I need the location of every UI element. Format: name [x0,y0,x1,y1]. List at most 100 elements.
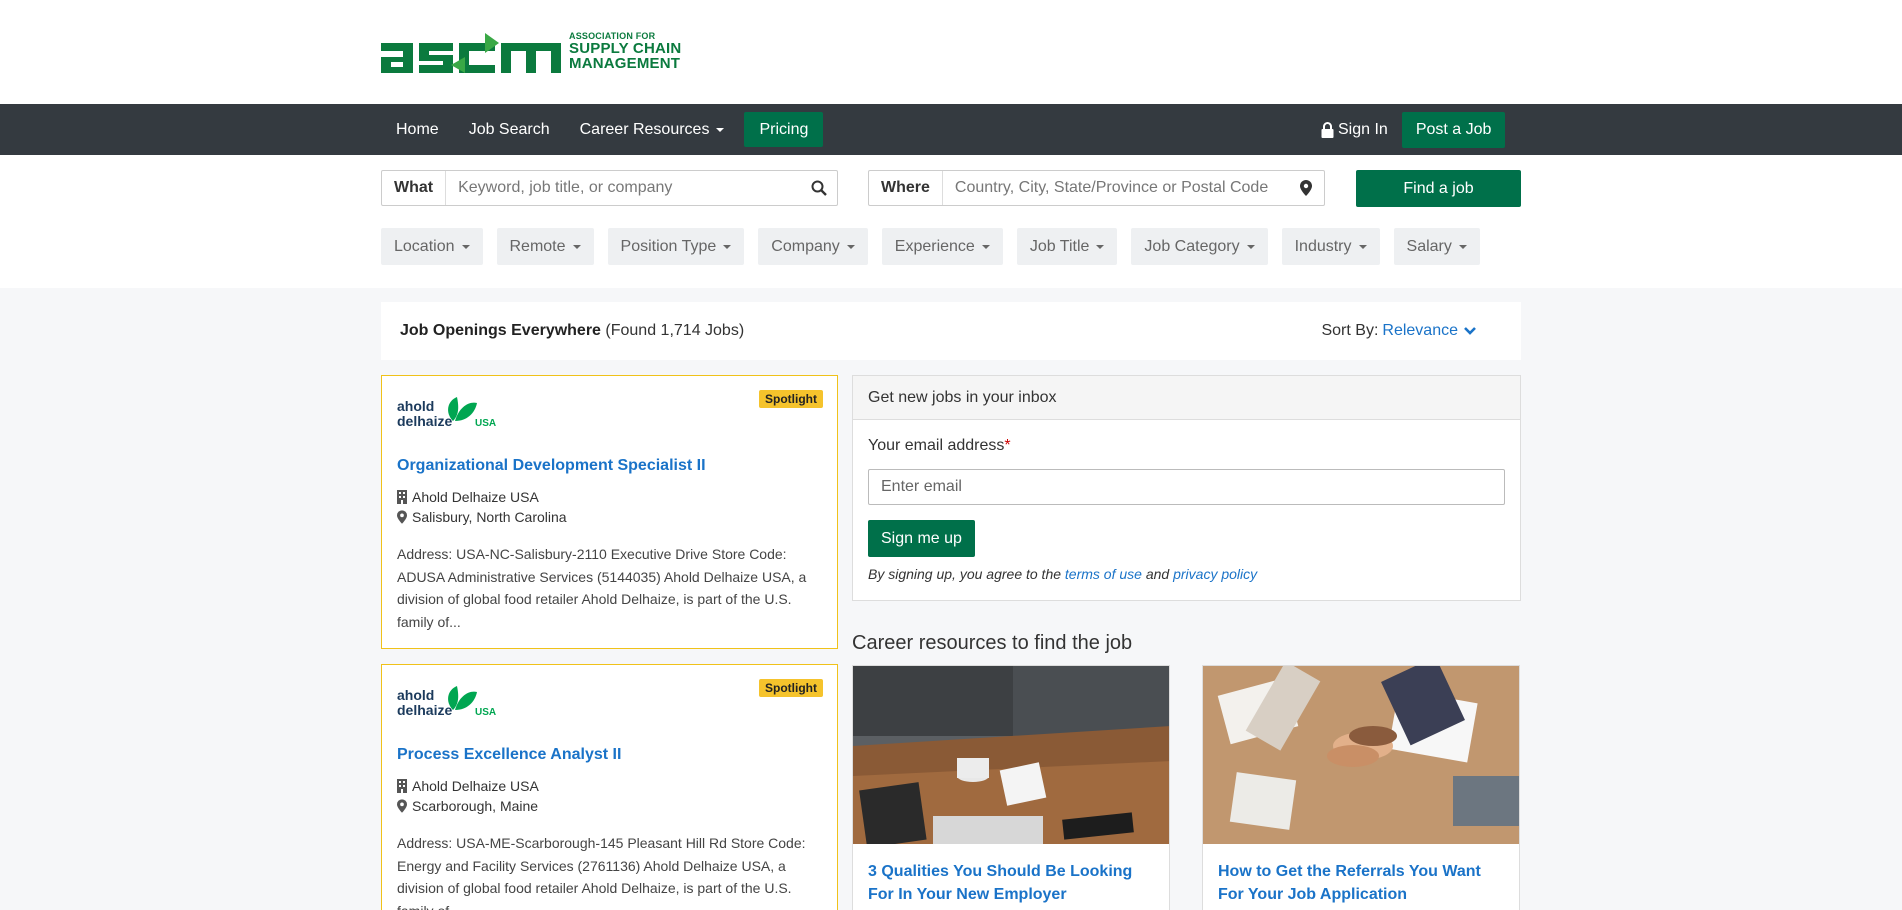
company-logo-word2: delhaize [397,413,452,429]
site-header: ASSOCIATION FOR SUPPLY CHAIN MANAGEMENT [0,0,1902,104]
filter-company[interactable]: Company [758,228,868,265]
nav-pricing[interactable]: Pricing [744,112,824,147]
caret-down-icon [846,244,855,249]
results-title: Job Openings Everywhere (Found 1,714 Job… [400,322,744,340]
filter-salary[interactable]: Salary [1393,228,1480,265]
nav-job-search[interactable]: Job Search [454,112,565,147]
company-logo: ahold delhaize USA [397,393,497,433]
filter-position-type[interactable]: Position Type [607,228,745,265]
sign-in-link[interactable]: Sign In [1321,121,1388,139]
filter-label: Position Type [620,237,717,255]
job-description: Address: USA-NC-Salisbury-2110 Executive… [397,546,807,630]
terms-and: and [1145,566,1170,582]
post-job-button[interactable]: Post a Job [1401,111,1506,148]
spotlight-badge: Spotlight [759,679,823,697]
logo-line1: SUPPLY CHAIN [569,39,682,57]
what-search-box: What [381,170,838,206]
job-company: Ahold Delhaize USA [397,778,539,794]
job-card[interactable]: ahold delhaize USA Spotlight Process Exc… [381,664,838,910]
resource-card[interactable]: How to Get the Referrals You Want For Yo… [1202,665,1520,910]
filter-label: Remote [509,237,566,255]
spotlight-badge: Spotlight [759,390,823,408]
filter-label: Experience [894,237,975,255]
email-field[interactable] [868,469,1505,505]
nav-home[interactable]: Home [381,112,454,147]
email-label: Your email address* [868,437,1011,455]
where-input[interactable] [942,179,1288,197]
logo-line2: MANAGEMENT [569,54,681,72]
caret-down-icon [981,244,990,249]
company-logo-word3: USA [475,418,496,429]
map-marker-icon[interactable] [1288,180,1324,196]
caret-down-icon [1458,244,1467,249]
caret-down-icon [461,244,470,249]
terms-of-use-link[interactable]: terms of use [1065,566,1142,582]
privacy-policy-link[interactable]: privacy policy [1173,566,1257,582]
caret-down-icon [1246,244,1255,249]
where-label: Where [869,171,943,205]
sign-in-label: Sign In [1338,120,1388,138]
terms-prefix: By signing up, you agree to the [868,566,1062,582]
resource-card[interactable]: 3 Qualities You Should Be Looking For In… [852,665,1170,910]
filter-remote[interactable]: Remote [496,228,594,265]
nav-career-resources[interactable]: Career Resources [565,112,740,147]
caret-down-icon [1096,244,1105,249]
job-company: Ahold Delhaize USA [397,489,539,505]
company-name: Ahold Delhaize USA [412,778,539,794]
building-icon [397,779,407,793]
filter-label: Salary [1406,237,1452,255]
sort-dropdown[interactable]: Relevance [1382,322,1458,340]
nav-left: Home Job Search Career Resources Pricing [381,104,824,155]
what-label: What [382,171,447,205]
location-name: Salisbury, North Carolina [412,509,567,525]
job-card[interactable]: ahold delhaize USA Spotlight Organizatio… [381,375,838,649]
caret-down-icon [723,244,732,249]
resource-title-link[interactable]: 3 Qualities You Should Be Looking For In… [868,860,1158,906]
search-band: What Where Find a job Location Remote Po… [0,155,1902,288]
filter-job-title[interactable]: Job Title [1016,228,1118,265]
map-marker-icon [397,510,407,524]
resource-image-teamwork [1203,666,1519,844]
search-icon[interactable] [801,180,837,196]
what-input[interactable] [446,179,801,197]
job-location: Salisbury, North Carolina [397,509,567,525]
logo-wordmark: ASSOCIATION FOR SUPPLY CHAIN MANAGEMENT [569,31,682,72]
resource-title-link[interactable]: How to Get the Referrals You Want For Yo… [1218,860,1508,906]
job-alert-heading: Get new jobs in your inbox [853,376,1520,420]
job-alert-panel: Get new jobs in your inbox Your email ad… [852,375,1521,601]
required-mark: * [1004,437,1011,454]
filter-experience[interactable]: Experience [881,228,1003,265]
job-location: Scarborough, Maine [397,798,538,814]
resource-image-desk [853,666,1169,844]
sign-up-button[interactable]: Sign me up [868,520,975,557]
filter-label: Job Title [1029,237,1090,255]
caret-down-icon [1358,244,1367,249]
company-logo-word2: delhaize [397,702,452,718]
filter-job-category[interactable]: Job Category [1131,228,1268,265]
career-resources-heading: Career resources to find the job [852,632,1133,654]
filter-label: Industry [1294,237,1352,255]
filter-bar: Location Remote Position Type Company Ex… [381,228,1494,265]
filter-label: Company [771,237,840,255]
company-logo: ahold delhaize USA [397,682,497,722]
company-logo-word1: ahold [397,687,434,703]
results-header: Job Openings Everywhere (Found 1,714 Job… [381,302,1521,360]
job-title-link[interactable]: Process Excellence Analyst II [397,746,621,764]
caret-down-icon [716,127,725,132]
filter-location[interactable]: Location [381,228,483,265]
nav-right: Sign In Post a Job [1321,104,1506,155]
ascm-logo[interactable]: ASSOCIATION FOR SUPPLY CHAIN MANAGEMENT [381,29,681,73]
company-logo-word3: USA [475,707,496,718]
results-count: (Found 1,714 Jobs) [605,322,745,339]
caret-down-icon [572,244,581,249]
email-label-text: Your email address [868,437,1005,454]
ascm-logo-mark [381,33,561,73]
main-navbar: Home Job Search Career Resources Pricing… [0,104,1902,155]
nav-career-resources-label: Career Resources [579,120,710,138]
lock-icon [1321,121,1334,138]
filter-industry[interactable]: Industry [1281,228,1380,265]
find-job-button[interactable]: Find a job [1356,170,1521,207]
job-title-link[interactable]: Organizational Development Specialist II [397,457,706,475]
location-name: Scarborough, Maine [412,798,539,814]
chevron-down-icon[interactable] [1463,326,1477,336]
